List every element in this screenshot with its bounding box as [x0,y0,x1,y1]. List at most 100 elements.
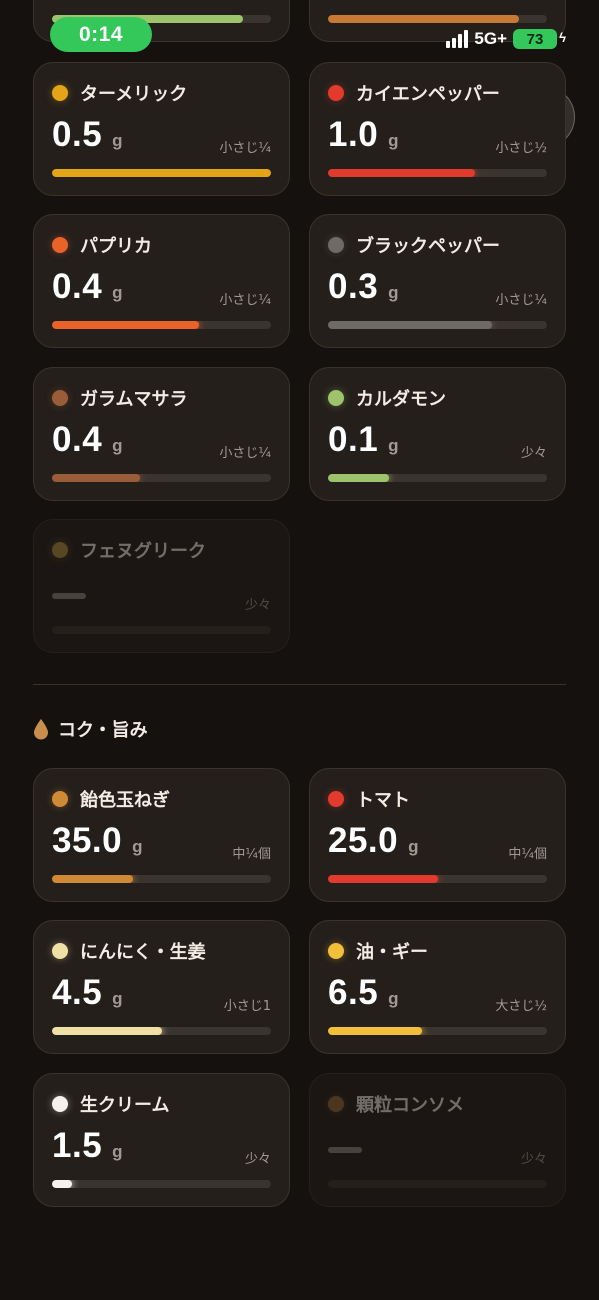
amount-value: 1.0 [328,115,379,154]
amount-unit: g [388,989,399,1008]
amount-bar-fill [52,1027,162,1035]
amount-bar [52,169,271,177]
amount-unit: g [408,837,419,856]
amount-value: 6.5 [328,973,379,1012]
signal-icon [446,30,469,48]
amount-bar [328,474,547,482]
amount-value: 0.4 [52,420,103,459]
amount: 35.0 g [52,821,143,861]
ingredient-card[interactable]: カイエンペッパー 1.0 g 小さじ½ [309,62,566,196]
ingredient-card[interactable]: にんにく・生姜 4.5 g 小さじ1 [33,920,290,1054]
amount-bar-fill [328,875,438,883]
amount-value: 0.1 [328,420,379,459]
amount-unit: g [112,436,123,455]
ingredient-name: 飴色玉ねぎ [80,790,170,811]
amount-bar-fill [52,474,140,482]
ingredient-name: ブラックペッパー [356,236,500,257]
amount: 0.3 g [328,267,399,307]
network-label: 5G+ [474,29,507,48]
section-title: コク・旨み [58,720,148,741]
measure-label: 少々 [244,1152,271,1167]
color-dot [52,943,68,959]
ingredient-card[interactable]: ブラックペッパー 0.3 g 小さじ¼ [309,214,566,348]
amount-bar [328,321,547,329]
amount-bar [52,474,271,482]
ingredient-card[interactable]: 生クリーム 1.5 g 少々 [33,1073,290,1207]
amount-bar [52,1180,271,1188]
status-icons: 5G+ 73 ϟ [446,29,566,49]
amount: 1.5 g [52,1126,123,1166]
amount-value: 4.5 [52,973,103,1012]
measure-label: 小さじ¼ [219,446,271,461]
amount-bar-fill [328,15,519,23]
amount: 0.5 g [52,115,123,155]
color-dot [52,1096,68,1112]
ingredient-card[interactable]: カルダモン 0.1 g 少々 [309,367,566,501]
ingredient-card[interactable]: フェヌグリーク少々 [33,519,290,653]
amount-value: 1.5 [52,1126,103,1165]
amount-bar-fill [52,169,271,177]
amount-value: 25.0 [328,821,399,860]
ingredient-name: ターメリック [80,84,188,105]
amount-bar-fill [52,1180,72,1188]
measure-label: 小さじ¼ [219,293,271,308]
amount-unit: g [112,131,123,150]
amount-placeholder [328,1147,362,1153]
amount-bar [52,875,271,883]
ingredient-card[interactable]: 顆粒コンソメ少々 [309,1073,566,1207]
ingredient-name: フェヌグリーク [80,541,206,562]
measure-label: 小さじ¼ [219,141,271,156]
amount-bar [52,321,271,329]
ingredient-card[interactable]: ターメリック 0.5 g 小さじ¼ [33,62,290,196]
color-dot [328,390,344,406]
measure-label: 少々 [520,1152,547,1167]
ingredient-name: 生クリーム [80,1095,170,1116]
amount: 25.0 g [328,821,419,861]
ingredient-name: にんにく・生姜 [80,942,206,963]
battery-level: 73 [526,30,544,48]
ingredient-card[interactable]: 油・ギー 6.5 g 大さじ½ [309,920,566,1054]
ingredient-name: トマト [356,790,410,811]
color-dot [52,390,68,406]
measure-label: 少々 [520,446,547,461]
ingredient-name: カイエンペッパー [356,84,500,105]
ingredient-card[interactable]: ガラムマサラ 0.4 g 小さじ¼ [33,367,290,501]
measure-label: 小さじ1 [223,999,271,1014]
color-dot [328,943,344,959]
ingredient-name: 油・ギー [356,942,428,963]
measure-label: 中¼個 [508,847,547,862]
charging-icon: ϟ [559,30,566,45]
color-dot [52,85,68,101]
amount-bar-fill [328,169,475,177]
amount-bar-fill [328,474,390,482]
ingredient-card[interactable]: トマト 25.0 g 中¼個 [309,768,566,902]
amount-value: 0.3 [328,267,379,306]
color-dot [52,791,68,807]
amount-unit: g [112,283,123,302]
color-dot [328,237,344,253]
amount-unit: g [388,283,399,302]
amount-unit: g [112,989,123,1008]
amount: 0.1 g [328,420,399,460]
measure-label: 小さじ½ [495,141,547,156]
amount-value: 0.5 [52,115,103,154]
amount-bar [52,1027,271,1035]
color-dot [328,85,344,101]
amount-bar [328,1180,547,1188]
ingredient-name: 顆粒コンソメ [356,1095,464,1116]
drop-icon [34,719,48,740]
amount-bar [328,1027,547,1035]
ingredient-card[interactable]: パプリカ 0.4 g 小さじ¼ [33,214,290,348]
amount-bar-fill [52,875,134,883]
amount-bar [328,169,547,177]
amount: 0.4 g [52,267,123,307]
ingredient-name: カルダモン [356,389,446,410]
color-dot [328,791,344,807]
call-timer-pill[interactable]: 0:14 [50,17,152,52]
amount: 4.5 g [52,973,123,1013]
measure-label: 少々 [244,598,271,613]
amount-bar [52,626,271,634]
amount-value: 35.0 [52,821,123,860]
ingredient-card[interactable]: 飴色玉ねぎ 35.0 g 中¼個 [33,768,290,902]
color-dot [52,542,68,558]
